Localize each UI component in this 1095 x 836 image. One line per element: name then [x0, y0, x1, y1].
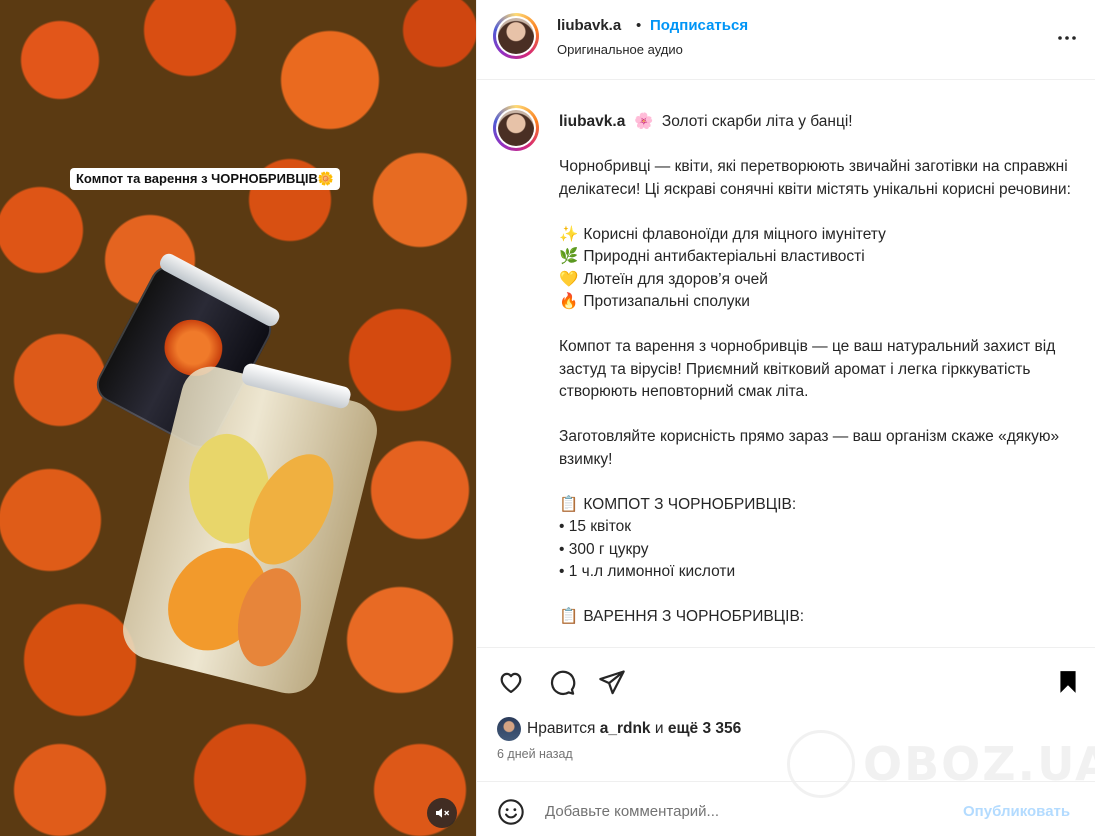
benefit-item: 🔥 Протизапальні сполуки [559, 291, 1079, 314]
likes-conjunction: и [654, 720, 664, 737]
ingredient-item: • 1 ч.л лимонної кислоти [559, 563, 736, 580]
bookmark-icon [1060, 671, 1076, 693]
benefit-item: 🌿 Природні антибактеріальні властивості [559, 246, 1079, 269]
speaker-muted-icon [436, 808, 450, 818]
post-sidebar: liubavk.a • Подписаться Оригинальное ауд… [476, 0, 1095, 836]
comment-button[interactable] [546, 666, 578, 698]
paper-plane-icon [599, 670, 625, 695]
header-separator: • [636, 17, 642, 34]
mute-button[interactable] [427, 798, 457, 828]
share-button[interactable] [596, 666, 628, 698]
title-emoji: 🌸 [633, 113, 654, 130]
audio-link[interactable]: Оригинальное аудио [557, 42, 683, 57]
sparkles-icon: ✨ [559, 225, 579, 243]
smiley-icon [498, 799, 524, 825]
ingredient-item: • 15 квіток [559, 518, 632, 535]
ingredient-item: • 300 г цукру [559, 540, 649, 558]
caption-paragraph-2: Компот та варення з чорнобривців — це ва… [559, 338, 1056, 400]
caption-username[interactable]: liubavk.a [559, 113, 625, 130]
comment-input[interactable] [545, 796, 945, 826]
comment-bar: Опубликовать [477, 781, 1095, 836]
caption-paragraph-3: Заготовляйте корисність прямо зараз — ва… [559, 428, 1060, 468]
save-button[interactable] [1052, 666, 1084, 698]
post-caption-area: liubavk.a 🌸 Золоті скарби літа у банці! … [477, 81, 1095, 647]
heart-icon [500, 672, 522, 694]
media-overlay-caption: Компот та варення з ЧОРНОБРИВЦІВ🌼 [70, 168, 341, 190]
post-media[interactable]: Компот та варення з ЧОРНОБРИВЦІВ🌼 [0, 0, 476, 836]
author-username[interactable]: liubavk.a [557, 17, 621, 34]
yellow-heart-icon: 💛 [559, 270, 579, 288]
caption-title: Золоті скарби літа у банці! [661, 113, 853, 130]
herb-icon: 🌿 [559, 248, 579, 265]
liker-username[interactable]: a_rdnk [600, 720, 651, 738]
compote-heading: 📋 КОМПОТ З ЧОРНОБРИВЦІВ: [559, 494, 1079, 517]
clipboard-icon: 📋 [559, 495, 579, 513]
clipboard-icon: 📋 [559, 608, 579, 625]
caption-paragraph-1: Чорнобривці — квіти, які перетворюють зв… [559, 158, 1071, 198]
emoji-picker-button[interactable] [497, 798, 525, 826]
author-avatar[interactable] [493, 13, 539, 59]
instagram-post-view: Компот та варення з ЧОРНОБРИВЦІВ🌼 liubav… [0, 0, 1095, 836]
like-button[interactable] [495, 666, 527, 698]
publish-button[interactable]: Опубликовать [963, 803, 1070, 820]
follow-button[interactable]: Подписаться [650, 17, 748, 34]
post-header: liubavk.a • Подписаться Оригинальное ауд… [477, 0, 1095, 80]
caption-author-avatar[interactable] [493, 105, 539, 151]
likes-count[interactable]: ещё 3 356 [668, 720, 741, 738]
fire-icon: 🔥 [559, 293, 579, 310]
benefit-item: 💛 Лютеїн для здоров’я очей [559, 269, 1079, 292]
benefit-item: ✨ Корисні флавоноїди для міцного імуніте… [559, 224, 1079, 247]
likes-prefix: Нравится [527, 720, 596, 737]
likes-summary[interactable]: Нравится a_rdnk и ещё 3 356 [497, 716, 741, 742]
liker-avatar [497, 717, 521, 741]
post-timestamp[interactable]: 6 дней назад [497, 747, 573, 761]
caption-text: liubavk.a 🌸 Золоті скарби літа у банці! … [559, 111, 1079, 629]
more-horizontal-icon [1058, 36, 1076, 40]
jam-heading: 📋 ВАРЕННЯ З ЧОРНОБРИВЦІВ: [559, 606, 1079, 629]
more-options-button[interactable] [1055, 26, 1079, 50]
comment-bubble-icon [550, 670, 576, 696]
